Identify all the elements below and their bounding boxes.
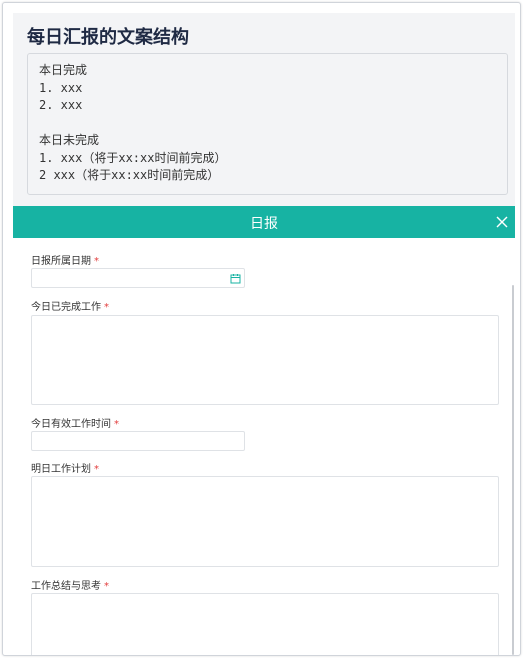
- scrollbar[interactable]: [512, 285, 514, 655]
- code-line: 本日完成: [39, 63, 88, 77]
- completed-work-label: 今日已完成工作 *: [31, 298, 109, 313]
- modal-title: 日报: [250, 216, 278, 232]
- structure-panel: 每日汇报的文案结构 本日完成 1. xxx 2. xxx 本日未完成 1. xx…: [13, 13, 515, 209]
- code-block: 本日完成 1. xxx 2. xxx 本日未完成 1. xxx（将于xx:xx时…: [27, 53, 508, 195]
- code-line: 本日未完成: [39, 133, 100, 147]
- modal-header: 日报: [13, 206, 515, 238]
- completed-work-textarea[interactable]: [31, 315, 499, 405]
- required-marker: *: [94, 256, 99, 267]
- required-marker: *: [94, 464, 99, 475]
- page-title: 每日汇报的文案结构: [27, 27, 189, 48]
- tomorrow-plan-label: 明日工作计划 *: [31, 460, 99, 475]
- close-icon[interactable]: [493, 213, 511, 231]
- label-text: 明日工作计划: [31, 464, 91, 475]
- work-hours-input[interactable]: [31, 431, 245, 451]
- summary-label: 工作总结与思考 *: [31, 577, 109, 592]
- label-text: 日报所属日期: [31, 256, 91, 267]
- required-marker: *: [104, 302, 109, 313]
- code-line: 2. xxx: [39, 98, 83, 112]
- label-text: 今日有效工作时间: [31, 419, 111, 430]
- summary-textarea[interactable]: [31, 593, 499, 655]
- calendar-icon[interactable]: [230, 273, 241, 284]
- code-line: 2 xxx（将于xx:xx时间前完成）: [39, 168, 220, 182]
- window-frame: 每日汇报的文案结构 本日完成 1. xxx 2. xxx 本日未完成 1. xx…: [2, 2, 521, 656]
- required-marker: *: [114, 419, 119, 430]
- code-line: 1. xxx（将于xx:xx时间前完成）: [39, 150, 227, 165]
- date-field-label: 日报所属日期 *: [31, 252, 99, 267]
- modal-body: 日报所属日期 * 今日已完成工作 * 今日有效工作时间 * 明日工作计划 * 工…: [13, 238, 515, 655]
- code-line: 1. xxx: [39, 80, 83, 95]
- tomorrow-plan-textarea[interactable]: [31, 476, 499, 567]
- date-input[interactable]: [31, 268, 245, 288]
- label-text: 今日已完成工作: [31, 302, 101, 313]
- work-hours-label: 今日有效工作时间 *: [31, 415, 119, 430]
- label-text: 工作总结与思考: [31, 581, 101, 592]
- required-marker: *: [104, 581, 109, 592]
